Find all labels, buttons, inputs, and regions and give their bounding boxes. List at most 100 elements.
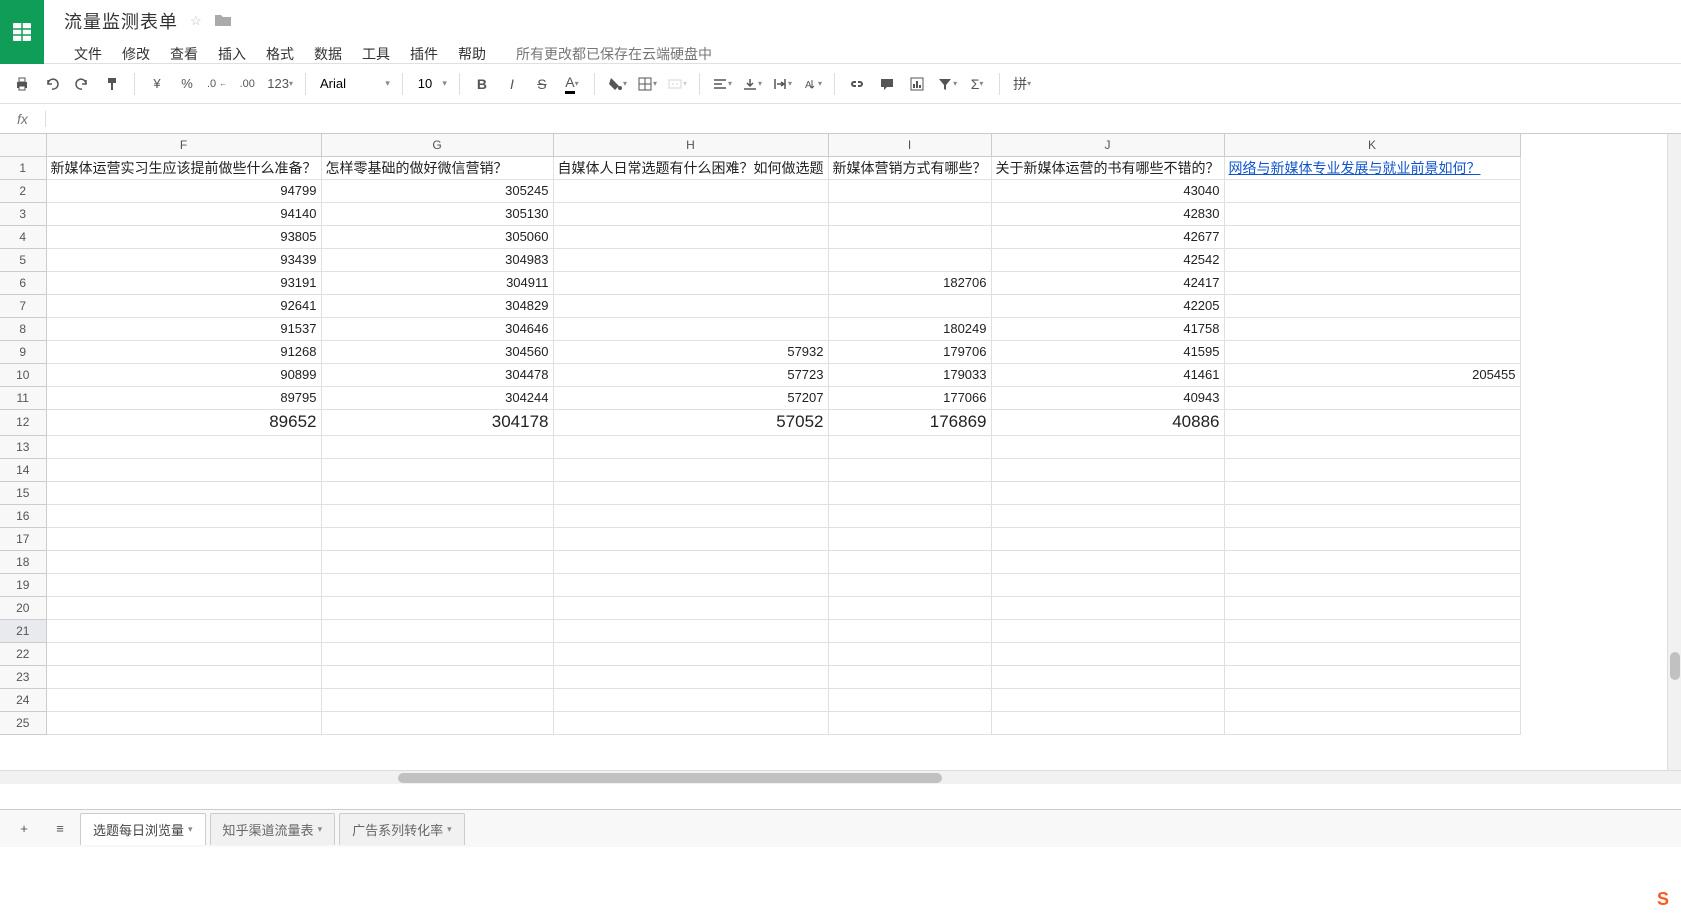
cell-J22[interactable] — [991, 642, 1224, 665]
cell-G25[interactable] — [321, 711, 553, 734]
cell-K2[interactable] — [1224, 179, 1520, 202]
col-header-G[interactable]: G — [321, 134, 553, 156]
sheet-tab-2[interactable]: 广告系列转化率▾ — [339, 813, 465, 845]
cell-H19[interactable] — [553, 573, 828, 596]
cell-K6[interactable] — [1224, 271, 1520, 294]
cell-I18[interactable] — [828, 550, 991, 573]
row-header-25[interactable]: 25 — [0, 711, 46, 734]
row-header-4[interactable]: 4 — [0, 225, 46, 248]
cell-G21[interactable] — [321, 619, 553, 642]
cell-J15[interactable] — [991, 481, 1224, 504]
cell-J16[interactable] — [991, 504, 1224, 527]
cell-I2[interactable] — [828, 179, 991, 202]
cell-F18[interactable] — [46, 550, 321, 573]
cell-K11[interactable] — [1224, 386, 1520, 409]
cell-J8[interactable]: 41758 — [991, 317, 1224, 340]
fill-color-button[interactable] — [603, 70, 631, 98]
cell-K17[interactable] — [1224, 527, 1520, 550]
paint-format-button[interactable] — [98, 70, 126, 98]
cell-F17[interactable] — [46, 527, 321, 550]
cell-J3[interactable]: 42830 — [991, 202, 1224, 225]
cell-H7[interactable] — [553, 294, 828, 317]
cell-I5[interactable] — [828, 248, 991, 271]
cell-J4[interactable]: 42677 — [991, 225, 1224, 248]
cell-F19[interactable] — [46, 573, 321, 596]
cell-G15[interactable] — [321, 481, 553, 504]
star-icon[interactable]: ☆ — [190, 13, 202, 29]
cell-J12[interactable]: 40886 — [991, 409, 1224, 435]
vertical-scrollbar[interactable] — [1667, 134, 1681, 770]
cell-K10[interactable]: 205455 — [1224, 363, 1520, 386]
cell-K14[interactable] — [1224, 458, 1520, 481]
cell-I25[interactable] — [828, 711, 991, 734]
cell-J21[interactable] — [991, 619, 1224, 642]
cell-I14[interactable] — [828, 458, 991, 481]
cell-F16[interactable] — [46, 504, 321, 527]
cell-I9[interactable]: 179706 — [828, 340, 991, 363]
cell-F23[interactable] — [46, 665, 321, 688]
cell-I19[interactable] — [828, 573, 991, 596]
menu-addons[interactable]: 插件 — [400, 40, 448, 68]
menu-help[interactable]: 帮助 — [448, 40, 496, 68]
cell-J20[interactable] — [991, 596, 1224, 619]
row-header-24[interactable]: 24 — [0, 688, 46, 711]
cell-G22[interactable] — [321, 642, 553, 665]
cell-H10[interactable]: 57723 — [553, 363, 828, 386]
row-header-7[interactable]: 7 — [0, 294, 46, 317]
cell-H13[interactable] — [553, 435, 828, 458]
cell-K5[interactable] — [1224, 248, 1520, 271]
cell-H9[interactable]: 57932 — [553, 340, 828, 363]
col-header-F[interactable]: F — [46, 134, 321, 156]
vertical-align-button[interactable] — [738, 70, 766, 98]
menu-file[interactable]: 文件 — [64, 40, 112, 68]
cell-G20[interactable] — [321, 596, 553, 619]
menu-edit[interactable]: 修改 — [112, 40, 160, 68]
cell-F13[interactable] — [46, 435, 321, 458]
cell-G14[interactable] — [321, 458, 553, 481]
row-header-9[interactable]: 9 — [0, 340, 46, 363]
horizontal-align-button[interactable] — [708, 70, 736, 98]
cell-H8[interactable] — [553, 317, 828, 340]
cell-K3[interactable] — [1224, 202, 1520, 225]
cell-G7[interactable]: 304829 — [321, 294, 553, 317]
cell-F15[interactable] — [46, 481, 321, 504]
row-header-12[interactable]: 12 — [0, 409, 46, 435]
cell-I10[interactable]: 179033 — [828, 363, 991, 386]
cell-G6[interactable]: 304911 — [321, 271, 553, 294]
menu-data[interactable]: 数据 — [304, 40, 352, 68]
cell-I13[interactable] — [828, 435, 991, 458]
cell-F5[interactable]: 93439 — [46, 248, 321, 271]
cell-G16[interactable] — [321, 504, 553, 527]
cell-K1[interactable]: 网络与新媒体专业发展与就业前景如何？ — [1224, 156, 1520, 179]
cell-G23[interactable] — [321, 665, 553, 688]
row-header-17[interactable]: 17 — [0, 527, 46, 550]
cell-K18[interactable] — [1224, 550, 1520, 573]
all-sheets-button[interactable]: ≡ — [44, 815, 76, 843]
cell-H11[interactable]: 57207 — [553, 386, 828, 409]
currency-button[interactable]: ¥ — [143, 70, 171, 98]
cell-J11[interactable]: 40943 — [991, 386, 1224, 409]
row-header-6[interactable]: 6 — [0, 271, 46, 294]
cell-H18[interactable] — [553, 550, 828, 573]
cell-K19[interactable] — [1224, 573, 1520, 596]
cell-H17[interactable] — [553, 527, 828, 550]
horizontal-scrollbar[interactable] — [0, 770, 1681, 784]
row-header-8[interactable]: 8 — [0, 317, 46, 340]
cell-H4[interactable] — [553, 225, 828, 248]
row-header-11[interactable]: 11 — [0, 386, 46, 409]
cell-H20[interactable] — [553, 596, 828, 619]
cell-G18[interactable] — [321, 550, 553, 573]
cell-J2[interactable]: 43040 — [991, 179, 1224, 202]
text-color-button[interactable]: A — [558, 70, 586, 98]
cell-H16[interactable] — [553, 504, 828, 527]
row-header-18[interactable]: 18 — [0, 550, 46, 573]
cell-H2[interactable] — [553, 179, 828, 202]
cell-J13[interactable] — [991, 435, 1224, 458]
select-all-corner[interactable] — [0, 134, 46, 156]
cell-H12[interactable]: 57052 — [553, 409, 828, 435]
menu-tools[interactable]: 工具 — [352, 40, 400, 68]
insert-comment-button[interactable] — [873, 70, 901, 98]
text-rotation-button[interactable]: A — [798, 70, 826, 98]
cell-F12[interactable]: 89652 — [46, 409, 321, 435]
cell-F10[interactable]: 90899 — [46, 363, 321, 386]
